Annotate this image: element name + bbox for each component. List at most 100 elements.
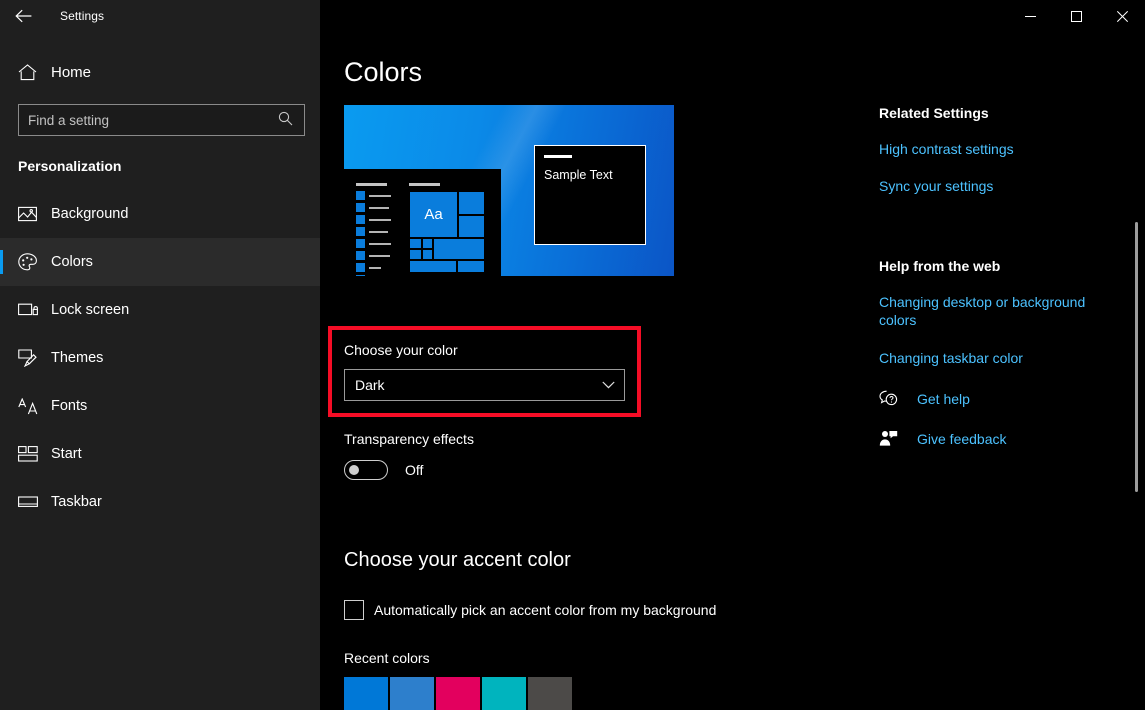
preview-tile [422,249,433,260]
link-changing-desktop-colors[interactable]: Changing desktop or background colors [879,293,1105,330]
get-help-icon [879,390,903,407]
preview-tile [433,238,485,260]
give-feedback-row[interactable]: Give feedback [879,430,1129,447]
preview-tile [458,215,485,238]
sidebar: Home Personalization Backgro [0,0,320,710]
home-label: Home [51,64,91,81]
recent-colors-swatches [344,677,572,710]
image-icon [18,206,42,222]
start-tiles-icon [18,446,42,462]
preview-start-list [356,183,392,276]
brush-icon [18,349,42,367]
accent-color-heading: Choose your accent color [344,549,571,572]
preview-tiles: Aa [409,183,485,273]
link-get-help[interactable]: Get help [917,391,970,407]
window-title: Settings [60,9,104,23]
sidebar-item-background[interactable]: Background [0,190,320,238]
preview-tiles-divider [409,183,440,186]
back-button[interactable] [0,0,46,32]
transparency-label: Transparency effects [344,431,474,447]
search-box[interactable] [18,104,304,136]
choose-color-label: Choose your color [344,342,458,358]
sidebar-item-taskbar[interactable]: Taskbar [0,478,320,526]
transparency-toggle-row: Off [344,460,423,480]
auto-accent-checkbox-row[interactable]: Automatically pick an accent color from … [344,600,716,620]
preview-sample-window: Sample Text [534,145,646,245]
taskbar-icon [18,496,42,508]
list-item [356,263,392,272]
window-controls [1007,0,1145,32]
preview-tile [422,238,433,249]
sidebar-item-label: Background [51,206,128,222]
transparency-toggle[interactable] [344,460,388,480]
preview-sample-titlebar [544,155,572,158]
toggle-knob [349,465,359,475]
sidebar-section-title: Personalization [18,158,320,174]
sidebar-item-label: Taskbar [51,494,102,510]
sidebar-item-fonts[interactable]: Fonts [0,382,320,430]
choose-color-dropdown[interactable]: Dark [344,369,625,401]
title-bar-left: Settings [0,0,320,32]
get-help-row[interactable]: Get help [879,390,1129,407]
sidebar-item-themes[interactable]: Themes [0,334,320,382]
font-icon [18,398,42,415]
color-swatch[interactable] [390,677,434,710]
search-input[interactable] [18,104,305,136]
auto-accent-checkbox[interactable] [344,600,364,620]
scrollbar-thumb[interactable] [1135,222,1138,492]
sidebar-item-label: Lock screen [51,302,129,318]
link-high-contrast-settings[interactable]: High contrast settings [879,140,1105,158]
recent-colors-label: Recent colors [344,650,430,666]
sidebar-item-label: Colors [51,254,93,270]
list-item [356,251,392,260]
auto-accent-label: Automatically pick an accent color from … [374,602,716,618]
sidebar-item-home[interactable]: Home [0,52,320,92]
preview-tile [457,260,485,273]
content-area: Colors Aa [320,32,1145,710]
chevron-down-icon [602,381,615,389]
preview-tile [458,191,485,215]
transparency-state: Off [405,462,423,478]
preview-tile-aa: Aa [409,191,458,238]
home-icon [18,64,40,81]
color-swatch[interactable] [528,677,572,710]
list-item [356,227,392,236]
list-item [356,191,392,200]
link-changing-taskbar-color[interactable]: Changing taskbar color [879,349,1105,367]
preview-tile [409,238,422,249]
content-scrollbar[interactable] [1131,64,1143,710]
list-item [356,239,392,248]
preview-tile [409,260,457,273]
list-item [356,275,392,276]
link-sync-your-settings[interactable]: Sync your settings [879,177,1105,195]
preview-tile [409,249,422,260]
theme-preview: Aa Sample Text [344,105,674,276]
sidebar-item-label: Start [51,446,82,462]
list-item [356,215,392,224]
sidebar-nav: Background Colors [0,190,320,526]
sidebar-item-lock-screen[interactable]: Lock screen [0,286,320,334]
color-swatch[interactable] [482,677,526,710]
help-from-web-heading: Help from the web [879,258,1129,274]
sidebar-item-colors[interactable]: Colors [0,238,320,286]
sidebar-item-label: Fonts [51,398,87,414]
preview-sample-text: Sample Text [544,168,613,182]
related-settings-heading: Related Settings [879,105,1129,121]
minimize-button[interactable] [1007,0,1053,32]
link-give-feedback[interactable]: Give feedback [917,431,1007,447]
page-title: Colors [344,57,422,88]
settings-window: Settings Home [0,0,1145,710]
give-feedback-icon [879,430,903,447]
related-settings-panel: Related Settings High contrast settings … [879,32,1129,447]
maximize-button[interactable] [1053,0,1099,32]
close-button[interactable] [1099,0,1145,32]
color-swatch[interactable] [436,677,480,710]
color-swatch[interactable] [344,677,388,710]
preview-start-divider [356,183,387,186]
lock-screen-icon [18,302,42,318]
sidebar-item-start[interactable]: Start [0,430,320,478]
preview-start-menu: Aa [344,169,501,276]
choose-color-value: Dark [355,377,602,393]
sidebar-item-label: Themes [51,350,103,366]
palette-icon [18,253,42,271]
